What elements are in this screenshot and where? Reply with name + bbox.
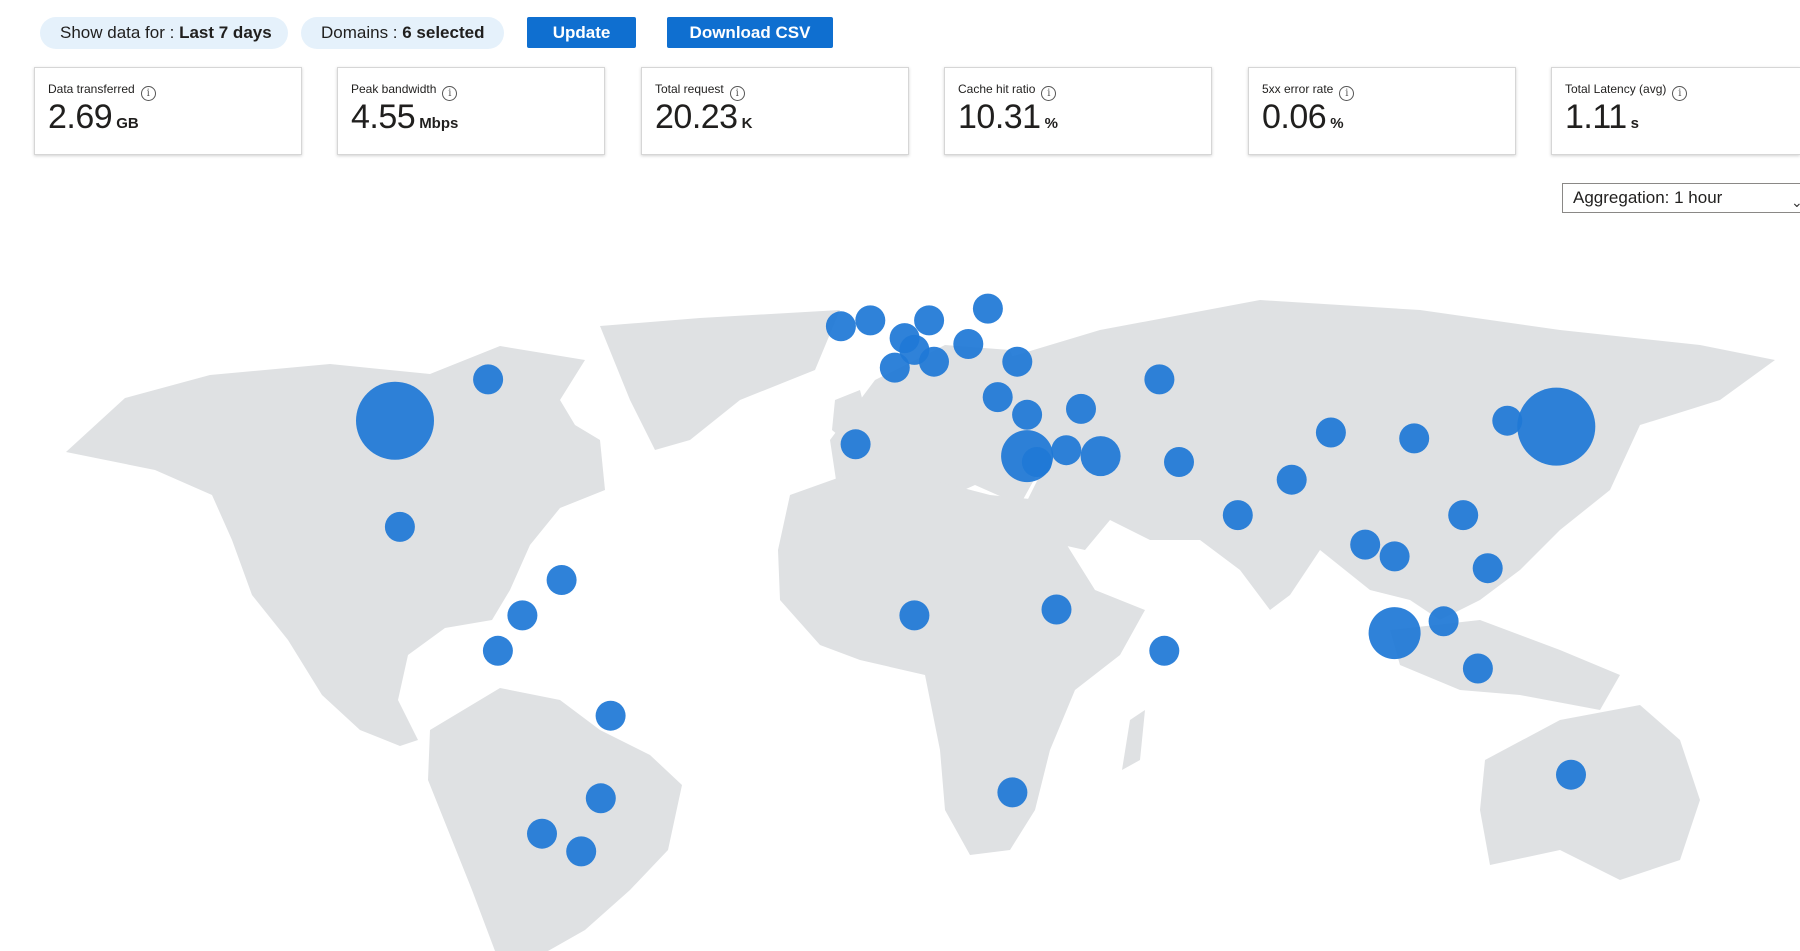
map-bubble[interactable] (1080, 436, 1121, 477)
aggregation-label: Aggregation: 1 hour (1573, 188, 1723, 207)
metric-number: 0.06 (1262, 98, 1327, 136)
map-bubble[interactable] (507, 600, 538, 631)
metric-card-cache-hit-ratio: Cache hit ratio i 10.31% (944, 67, 1212, 155)
land-australia (1480, 705, 1700, 880)
map-bubble[interactable] (546, 565, 577, 595)
metric-unit: s (1630, 115, 1639, 132)
map-bubble[interactable] (1144, 364, 1175, 395)
map-bubble[interactable] (1517, 387, 1596, 466)
metric-unit: K (741, 115, 753, 132)
info-icon[interactable]: i (1672, 86, 1688, 101)
map-bubble[interactable] (972, 293, 1003, 324)
map-bubble[interactable] (585, 783, 616, 814)
metric-value: 20.23 K (655, 98, 752, 137)
map-bubble[interactable] (1399, 423, 1430, 454)
metric-unit: Mbps (419, 115, 459, 132)
metric-label: Data transferred (48, 82, 135, 96)
metric-unit: GB (116, 115, 139, 132)
metric-card-total-latency: Total Latency (avg) i 1.11 s (1551, 67, 1800, 155)
domains-label: Domains : (321, 23, 403, 42)
metric-value: 2.69 GB (48, 98, 139, 137)
metric-card-5xx-error-rate: 5xx error rate i 0.06% (1248, 67, 1516, 155)
map-bubble[interactable] (997, 777, 1028, 808)
metric-number: 1.11 (1565, 98, 1627, 136)
metric-number: 10.31 (958, 98, 1041, 136)
map-bubble[interactable] (1315, 417, 1346, 448)
metric-label: Total request (655, 82, 724, 96)
map-bubble[interactable] (1041, 594, 1072, 625)
land-north-america (66, 346, 605, 746)
metric-card-peak-bandwidth: Peak bandwidth i 4.55 Mbps (337, 67, 605, 155)
chevron-down-icon: ⌄ (1791, 194, 1800, 210)
time-range-label: Show data for : (60, 23, 180, 42)
map-bubble[interactable] (879, 352, 910, 383)
metric-card-total-request: Total request i 20.23 K (641, 67, 909, 155)
info-icon[interactable]: i (140, 86, 156, 101)
map-bubble[interactable] (1002, 346, 1033, 377)
map-bubble[interactable] (356, 381, 434, 460)
metric-unit: % (1330, 115, 1344, 132)
map-bubble[interactable] (1472, 553, 1503, 584)
map-bubble[interactable] (953, 329, 984, 359)
world-bubble-map[interactable] (0, 290, 1800, 951)
metric-value: 10.31% (958, 98, 1058, 137)
metric-label: Cache hit ratio (958, 82, 1036, 96)
map-bubble[interactable] (1428, 606, 1459, 637)
map-bubble[interactable] (1051, 435, 1082, 466)
map-bubble[interactable] (1021, 447, 1052, 477)
aggregation-dropdown[interactable]: Aggregation: 1 hour ⌄ (1562, 183, 1800, 213)
map-bubble[interactable] (1350, 529, 1381, 560)
map-bubble[interactable] (825, 311, 856, 342)
map-bubble[interactable] (527, 818, 557, 849)
map-bubble[interactable] (914, 305, 945, 336)
map-bubble[interactable] (482, 635, 513, 666)
map-bubble[interactable] (1379, 541, 1410, 572)
metric-label: 5xx error rate (1262, 82, 1334, 96)
map-bubble[interactable] (1448, 500, 1479, 531)
map-bubble[interactable] (1368, 607, 1421, 660)
map-bubble[interactable] (1066, 393, 1096, 424)
metric-unit: % (1044, 115, 1058, 132)
map-bubble[interactable] (1462, 653, 1493, 684)
map-bubble[interactable] (855, 305, 886, 336)
land-south-america (428, 688, 682, 951)
map-bubble[interactable] (1276, 464, 1307, 495)
domains-filter[interactable]: Domains : 6 selected (301, 17, 504, 49)
metric-number: 4.55 (351, 98, 416, 136)
update-button[interactable]: Update (527, 17, 636, 48)
map-bubble[interactable] (384, 511, 415, 542)
map-bubble[interactable] (1164, 447, 1194, 477)
map-bubble[interactable] (1012, 399, 1043, 430)
metric-label: Total Latency (avg) (1565, 82, 1667, 96)
map-bubble[interactable] (473, 364, 504, 395)
land-madagascar (1122, 710, 1145, 770)
map-bubble[interactable] (919, 346, 949, 377)
metric-value: 4.55 Mbps (351, 98, 458, 137)
metric-value: 1.11 s (1565, 98, 1639, 137)
metric-card-data-transferred: Data transferred i 2.69 GB (34, 67, 302, 155)
download-csv-button[interactable]: Download CSV (667, 17, 833, 48)
map-bubble[interactable] (1222, 500, 1253, 531)
domains-value: 6 selected (402, 23, 485, 42)
map-bubble[interactable] (1556, 759, 1586, 790)
map-bubble[interactable] (566, 836, 597, 867)
time-range-value: Last 7 days (179, 23, 272, 42)
land-greenland (600, 310, 840, 450)
land-southeast-asia-islands (1390, 620, 1620, 710)
metric-value: 0.06% (1262, 98, 1344, 137)
metric-label: Peak bandwidth (351, 82, 437, 96)
map-bubble[interactable] (595, 700, 626, 731)
time-range-filter[interactable]: Show data for : Last 7 days (40, 17, 288, 49)
map-bubble[interactable] (899, 600, 930, 631)
metric-number: 20.23 (655, 98, 738, 136)
map-bubble[interactable] (1149, 635, 1180, 666)
map-bubble[interactable] (840, 429, 871, 460)
map-bubble[interactable] (982, 382, 1013, 413)
metric-number: 2.69 (48, 98, 113, 136)
